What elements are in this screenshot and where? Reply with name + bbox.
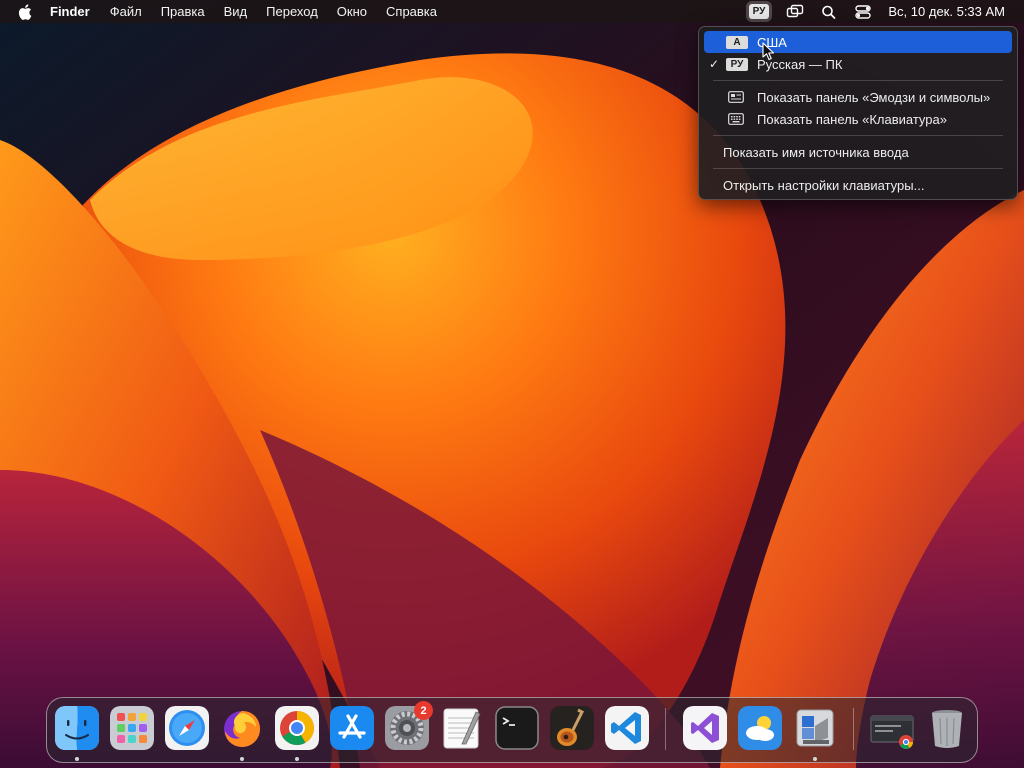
menu-separator: [713, 135, 1003, 136]
app-menu-finder[interactable]: Finder: [50, 4, 90, 19]
menu-separator: [713, 168, 1003, 169]
dock-firefox-icon[interactable]: [220, 706, 264, 750]
input-source-menu[interactable]: РУ: [748, 4, 770, 19]
menu-bar: Finder Файл Правка Вид Переход Окно Спра…: [0, 0, 1024, 23]
input-source-item-russian[interactable]: ✓ РУ Русская — ПК: [704, 53, 1012, 75]
input-source-item-usa[interactable]: A США: [704, 31, 1012, 53]
keyboard-icon: [728, 113, 744, 125]
show-keyboard-viewer-item[interactable]: Показать панель «Клавиатура»: [704, 108, 1012, 130]
dock-vscode-icon[interactable]: [605, 706, 649, 750]
menu-window[interactable]: Окно: [337, 4, 367, 19]
dock-separator: [665, 708, 666, 750]
running-indicator: [295, 757, 299, 761]
menubar-clock[interactable]: Вс, 10 дек. 5:33 AM: [888, 4, 1005, 19]
dock-terminal-icon[interactable]: [495, 706, 539, 750]
dock-textedit-icon[interactable]: [440, 706, 484, 750]
screen-mirroring-icon[interactable]: [786, 4, 804, 20]
dock-chrome-window-icon[interactable]: [870, 706, 914, 750]
show-keyboard-viewer-label: Показать панель «Клавиатура»: [757, 111, 947, 127]
running-indicator: [75, 757, 79, 761]
mouse-pointer-icon: [762, 42, 775, 61]
notification-badge: 2: [414, 701, 433, 720]
running-indicator: [240, 757, 244, 761]
input-source-badge: A: [726, 35, 748, 49]
menu-view[interactable]: Вид: [224, 4, 248, 19]
dock-weather-icon[interactable]: [738, 706, 782, 750]
input-source-badge: РУ: [726, 57, 748, 71]
show-input-source-name-label: Показать имя источника ввода: [723, 144, 909, 160]
menu-help[interactable]: Справка: [386, 4, 437, 19]
checkmark-icon: ✓: [709, 57, 720, 71]
emoji-panel-icon: [728, 91, 744, 103]
dock-finder-icon[interactable]: [55, 706, 99, 750]
dock-launchpad-icon[interactable]: [110, 706, 154, 750]
show-emoji-panel-label: Показать панель «Эмодзи и символы»: [757, 89, 991, 105]
dock-app-store-icon[interactable]: [330, 706, 374, 750]
open-keyboard-settings-item[interactable]: Открыть настройки клавиатуры...: [704, 174, 1012, 196]
show-input-source-name-item[interactable]: Показать имя источника ввода: [704, 141, 1012, 163]
dock-safari-icon[interactable]: [165, 706, 209, 750]
dock: 2: [46, 697, 978, 763]
dock-trash-icon[interactable]: [925, 706, 969, 750]
menu-separator: [713, 80, 1003, 81]
menu-go[interactable]: Переход: [266, 4, 318, 19]
control-center-icon[interactable]: [854, 4, 872, 20]
open-keyboard-settings-label: Открыть настройки клавиатуры...: [723, 177, 925, 193]
dock-boot-camp-icon[interactable]: [793, 706, 837, 750]
spotlight-search-icon[interactable]: [820, 4, 838, 20]
running-indicator: [813, 757, 817, 761]
dock-separator: [853, 708, 854, 750]
show-emoji-panel-item[interactable]: Показать панель «Эмодзи и символы»: [704, 86, 1012, 108]
menu-file[interactable]: Файл: [110, 4, 142, 19]
apple-logo-icon[interactable]: [18, 3, 34, 20]
dock-visual-studio-icon[interactable]: [683, 706, 727, 750]
input-source-dropdown: A США ✓ РУ Русская — ПК Показать панель …: [698, 26, 1018, 200]
dock-garageband-icon[interactable]: [550, 706, 594, 750]
menu-edit[interactable]: Правка: [161, 4, 205, 19]
dock-chrome-icon[interactable]: [275, 706, 319, 750]
